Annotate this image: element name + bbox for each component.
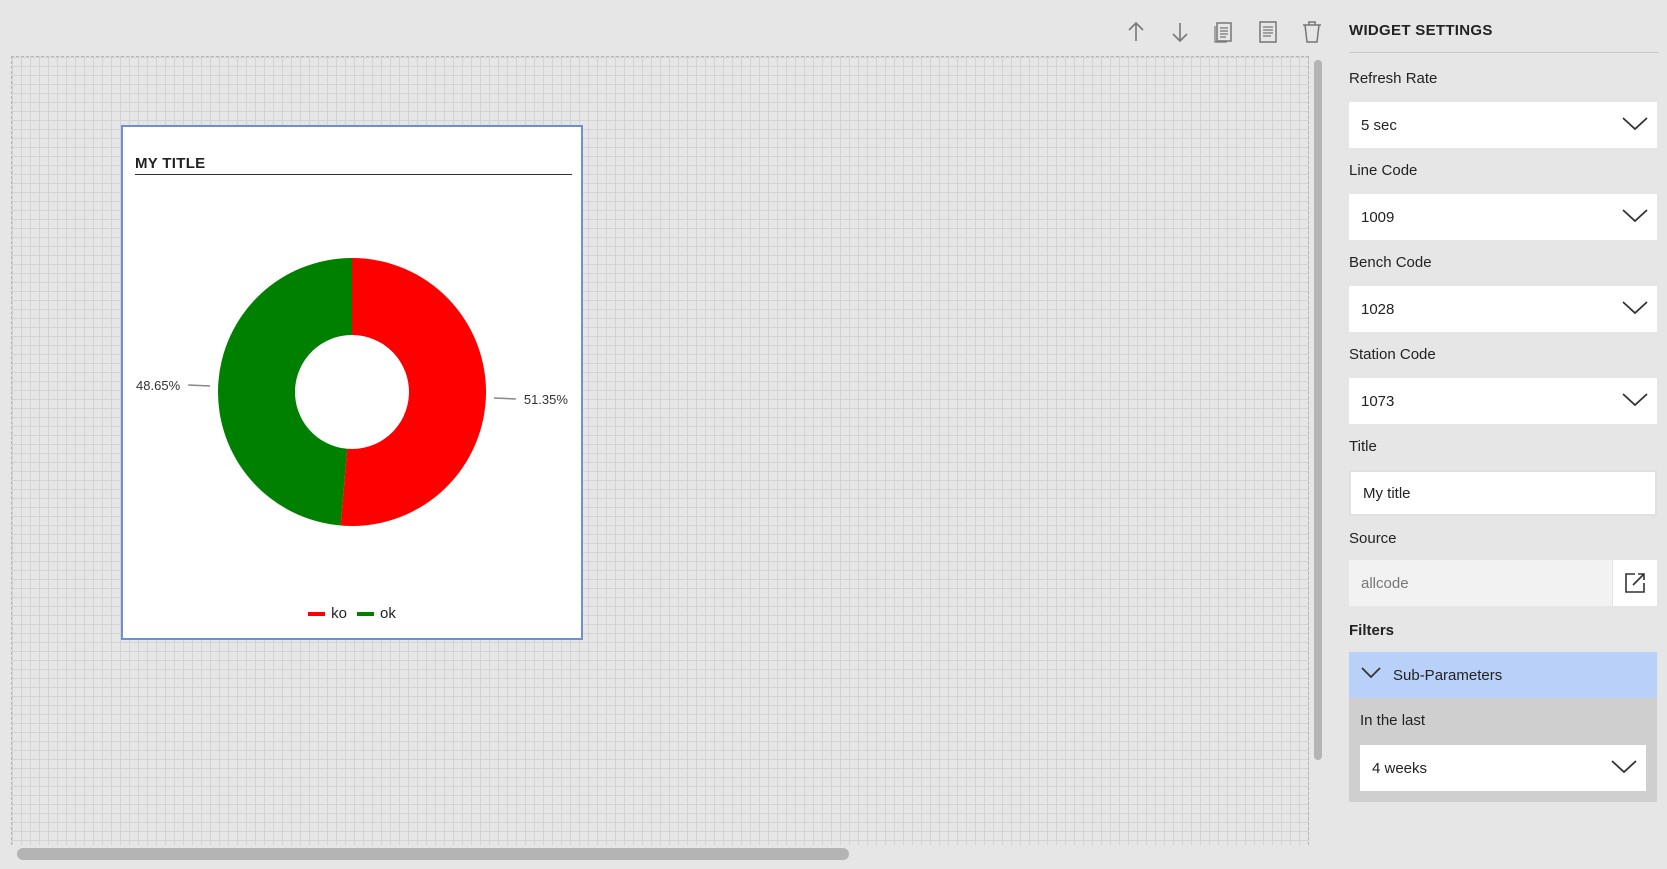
station-code-label: Station Code	[1349, 346, 1436, 363]
bench-code-label: Bench Code	[1349, 254, 1432, 271]
refresh-rate-label: Refresh Rate	[1349, 70, 1438, 87]
chevron-down-icon	[1622, 393, 1648, 407]
donut-chart: 51.35% 48.65%	[136, 258, 569, 526]
filters-label: Filters	[1349, 622, 1395, 639]
arrow-down-icon	[1172, 23, 1188, 43]
label-leader-line	[188, 384, 211, 387]
source-label: Source	[1349, 530, 1397, 547]
label-leader-line	[493, 397, 516, 400]
donut-slice-ok[interactable]	[218, 258, 352, 526]
source-input[interactable]: allcode	[1349, 560, 1612, 606]
line-code-value: 1009	[1361, 208, 1395, 226]
chevron-down-icon	[1361, 667, 1381, 679]
slice-label-ko: 51.35%	[524, 392, 569, 407]
panel-title: WIDGET SETTINGS	[1349, 22, 1659, 53]
edit-source-button[interactable]	[1613, 560, 1657, 606]
trash-icon	[1303, 21, 1321, 43]
details-button[interactable]	[1252, 14, 1284, 50]
arrow-up-icon	[1128, 21, 1144, 41]
refresh-rate-value: 5 sec	[1361, 116, 1397, 134]
sub-parameters-body: In the last 4 weeks	[1349, 698, 1657, 802]
document-icon	[1259, 21, 1277, 43]
slice-label-ok: 48.65%	[136, 378, 181, 393]
line-code-label: Line Code	[1349, 162, 1418, 179]
station-code-value: 1073	[1361, 392, 1395, 410]
in-the-last-label: In the last	[1360, 712, 1426, 729]
bench-code-select[interactable]: 1028	[1349, 286, 1657, 332]
chart-legend: ko ok	[123, 605, 581, 622]
legend-swatch	[308, 611, 326, 616]
duplicate-icon	[1214, 22, 1232, 43]
chevron-down-icon	[1622, 117, 1648, 131]
widget-settings-panel: WIDGET SETTINGS Refresh Rate 5 sec Line …	[1349, 0, 1659, 869]
legend-item-ko[interactable]: ko	[308, 605, 347, 622]
delete-button[interactable]	[1296, 14, 1328, 50]
chevron-down-icon	[1611, 760, 1637, 774]
move-down-button[interactable]	[1164, 14, 1196, 50]
chevron-down-icon	[1622, 209, 1648, 223]
chart-widget[interactable]: MY TITLE 51.35% 48.65% ko ok	[121, 125, 583, 640]
horizontal-scrollbar[interactable]	[17, 848, 849, 860]
move-up-button[interactable]	[1120, 14, 1152, 50]
widget-toolbar	[1120, 14, 1328, 50]
title-input[interactable]: My title	[1349, 470, 1657, 516]
vertical-scrollbar[interactable]	[1314, 60, 1322, 760]
in-the-last-value: 4 weeks	[1372, 759, 1428, 777]
chevron-down-icon	[1622, 301, 1648, 315]
in-the-last-select[interactable]: 4 weeks	[1360, 745, 1646, 791]
refresh-rate-select[interactable]: 5 sec	[1349, 102, 1657, 148]
legend-swatch	[357, 611, 374, 616]
donut-slice-ko[interactable]	[340, 258, 487, 526]
station-code-select[interactable]: 1073	[1349, 378, 1657, 424]
legend-label: ok	[380, 605, 396, 622]
sub-parameters-accordion[interactable]: Sub-Parameters	[1349, 652, 1657, 698]
sub-parameters-label: Sub-Parameters	[1393, 666, 1503, 684]
line-code-select[interactable]: 1009	[1349, 194, 1657, 240]
title-label: Title	[1349, 438, 1377, 455]
bench-code-value: 1028	[1361, 300, 1395, 318]
legend-item-ok[interactable]: ok	[357, 605, 396, 622]
edit-icon	[1625, 573, 1645, 593]
duplicate-button[interactable]	[1208, 14, 1240, 50]
legend-label: ko	[331, 605, 347, 622]
